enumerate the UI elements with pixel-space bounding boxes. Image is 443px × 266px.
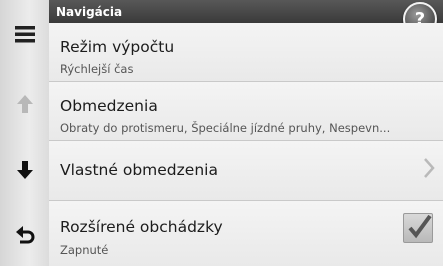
setting-restrictions[interactable]: Obmedzenia Obraty do protismeru, Špeciál…	[49, 82, 443, 141]
setting-subtitle: Obraty do protismeru, Špeciálne jízdné p…	[60, 121, 391, 135]
title-bar: Navigácia	[49, 0, 443, 23]
back-icon	[15, 226, 34, 244]
left-rail	[0, 0, 50, 266]
setting-subtitle: Zapnuté	[60, 243, 109, 257]
setting-title: Rozšírené obchádzky	[60, 218, 223, 236]
setting-subtitle: Rýchlejší čas	[60, 62, 134, 76]
setting-route-mode[interactable]: Režim výpočtu Rýchlejší čas	[49, 23, 443, 82]
setting-custom-restrictions[interactable]: Vlastné obmedzenia	[49, 141, 443, 201]
setting-advanced-detours[interactable]: Rozšírené obchádzky Zapnuté	[49, 201, 443, 266]
arrow-down-icon	[16, 161, 33, 179]
back-button[interactable]	[0, 216, 49, 256]
menu-icon	[14, 26, 35, 43]
navigation-settings-screen: Navigácia ? Režim výpočtu Rýchlejší čas …	[0, 0, 443, 266]
chevron-right-icon	[424, 158, 435, 178]
scroll-up-button[interactable]	[0, 84, 49, 124]
scroll-down-button[interactable]	[0, 150, 49, 190]
settings-list: Režim výpočtu Rýchlejší čas Obmedzenia O…	[49, 23, 443, 266]
checkmark-icon	[408, 214, 432, 239]
setting-title: Vlastné obmedzenia	[60, 161, 218, 179]
setting-title: Obmedzenia	[60, 97, 158, 115]
detours-checkbox[interactable]	[403, 213, 433, 243]
menu-button[interactable]	[0, 14, 49, 54]
arrow-up-icon	[16, 95, 33, 113]
page-title: Navigácia	[56, 5, 123, 19]
setting-title: Režim výpočtu	[60, 38, 175, 56]
